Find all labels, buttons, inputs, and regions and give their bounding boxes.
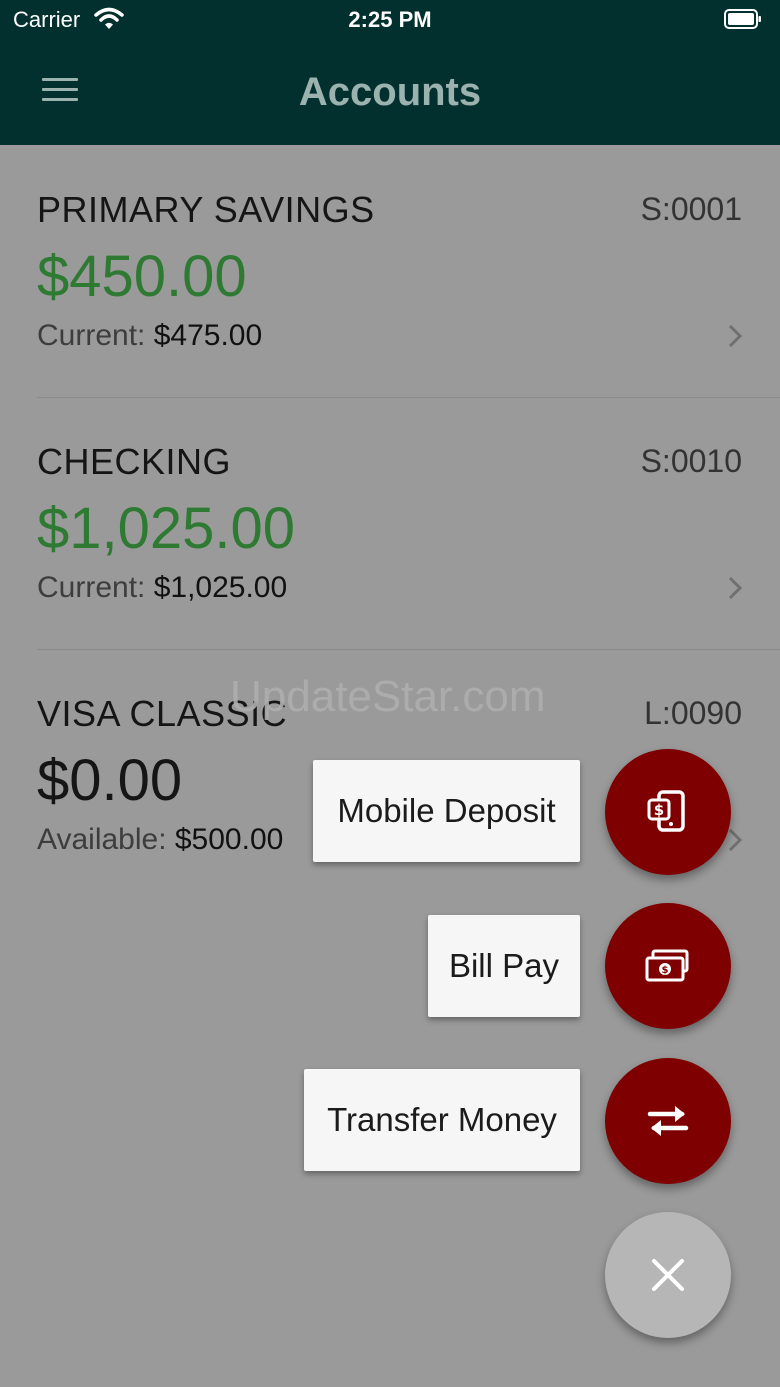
account-available-amount: $1,025.00 bbox=[37, 496, 296, 561]
transfer-arrows-icon bbox=[647, 1106, 689, 1136]
mobile-deposit-button[interactable]: $ bbox=[605, 749, 731, 875]
balance-label: Current: bbox=[37, 571, 154, 604]
balance-label: Available: bbox=[37, 823, 175, 856]
money-bill-icon: $ bbox=[645, 949, 689, 982]
account-code: S:0010 bbox=[640, 443, 742, 479]
account-code: L:0090 bbox=[644, 695, 742, 731]
svg-text:$: $ bbox=[654, 801, 664, 819]
account-current-balance: Current: $1,025.00 bbox=[37, 571, 287, 605]
close-icon bbox=[652, 1259, 684, 1291]
balance-value: $500.00 bbox=[174, 823, 284, 856]
chevron-right-icon bbox=[728, 828, 743, 852]
transfer-money-button[interactable] bbox=[605, 1058, 731, 1184]
mobile-deposit-icon: $ bbox=[647, 790, 685, 832]
account-current-balance: Current: $475.00 bbox=[37, 319, 262, 353]
svg-text:$: $ bbox=[662, 965, 669, 976]
page-title: Accounts bbox=[298, 70, 482, 114]
account-row-primary-savings[interactable]: PRIMARY SAVINGS S:0001 $450.00 Current: … bbox=[0, 145, 780, 397]
clock: 2:25 PM bbox=[348, 7, 432, 32]
account-name: CHECKING bbox=[37, 441, 232, 482]
transfer-money-label-button[interactable]: Transfer Money bbox=[304, 1069, 580, 1171]
account-available-amount: $450.00 bbox=[37, 244, 247, 309]
balance-value: $475.00 bbox=[153, 319, 263, 352]
status-bar: Carrier 2:25 PM bbox=[0, 0, 780, 40]
account-available-credit: Available: $500.00 bbox=[37, 823, 283, 857]
balance-label: Current: bbox=[37, 319, 154, 352]
battery-icon bbox=[724, 9, 761, 29]
watermark: UpdateStar.com bbox=[230, 672, 546, 721]
bill-pay-label-button[interactable]: Bill Pay bbox=[428, 915, 580, 1017]
chevron-right-icon bbox=[728, 576, 743, 600]
balance-value: $1,025.00 bbox=[153, 571, 288, 604]
account-name: PRIMARY SAVINGS bbox=[37, 189, 375, 230]
account-row-checking[interactable]: CHECKING S:0010 $1,025.00 Current: $1,02… bbox=[0, 397, 780, 649]
mobile-deposit-label-button[interactable]: Mobile Deposit bbox=[313, 760, 580, 862]
close-fab-button[interactable] bbox=[605, 1212, 731, 1338]
chevron-right-icon bbox=[728, 324, 743, 348]
account-code: S:0001 bbox=[640, 191, 742, 227]
account-balance-amount: $0.00 bbox=[37, 748, 183, 813]
nav-bar: Accounts bbox=[0, 40, 780, 145]
bill-pay-button[interactable]: $ bbox=[605, 903, 731, 1029]
